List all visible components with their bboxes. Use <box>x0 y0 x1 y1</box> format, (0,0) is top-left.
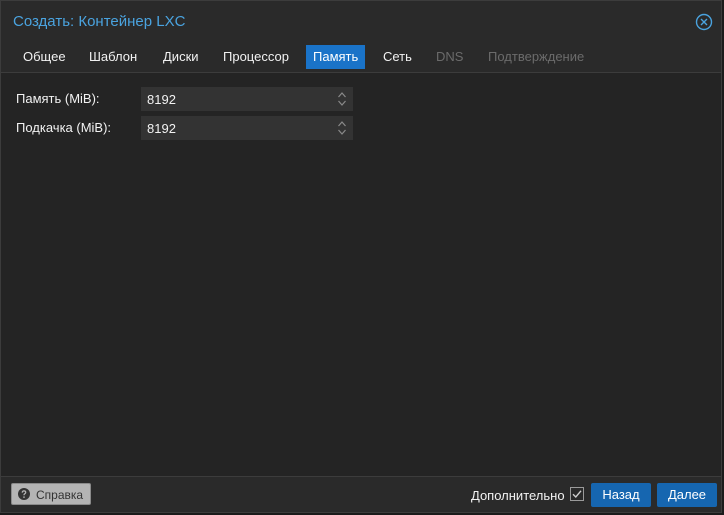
back-button[interactable]: Назад <box>591 483 651 507</box>
swap-value[interactable]: 8192 <box>147 121 176 136</box>
memory-label: Память (MiB): <box>16 91 100 106</box>
tab-dns: DNS <box>436 49 464 64</box>
next-button[interactable]: Далее <box>657 483 717 507</box>
memory-value[interactable]: 8192 <box>147 92 176 107</box>
create-lxc-dialog: Создать: Контейнер LXC Общее Шаблон Диск… <box>0 0 722 513</box>
memory-panel: Память (MiB): 8192 Подкачка (MiB): 8192 <box>1 73 721 476</box>
close-icon[interactable] <box>695 13 713 31</box>
spinner-arrows-icon[interactable] <box>337 90 347 108</box>
spinner-arrows-icon[interactable] <box>337 119 347 137</box>
dialog-title: Создать: Контейнер LXC <box>13 13 186 30</box>
tab-memory[interactable]: Память <box>306 45 366 69</box>
advanced-checkbox[interactable] <box>570 487 584 501</box>
tab-confirm: Подтверждение <box>488 49 585 64</box>
advanced-label[interactable]: Дополнительно <box>471 488 565 503</box>
tab-network[interactable]: Сеть <box>376 45 419 69</box>
tab-general[interactable]: Общее <box>16 45 73 69</box>
help-label: Справка <box>36 488 84 502</box>
tab-template[interactable]: Шаблон <box>82 45 144 69</box>
help-button[interactable]: Справка <box>11 483 91 505</box>
memory-input[interactable]: 8192 <box>141 87 353 111</box>
dialog-footer: Справка Дополнительно Назад Далее <box>1 477 721 514</box>
dialog-titlebar: Создать: Контейнер LXC <box>1 1 721 41</box>
tab-disks[interactable]: Диски <box>156 45 206 69</box>
tab-cpu[interactable]: Процессор <box>216 45 296 69</box>
wizard-tabs: Общее Шаблон Диски Процессор Память Сеть… <box>1 45 721 71</box>
swap-input[interactable]: 8192 <box>141 116 353 140</box>
swap-label: Подкачка (MiB): <box>16 120 112 135</box>
question-circle-icon <box>18 488 30 500</box>
